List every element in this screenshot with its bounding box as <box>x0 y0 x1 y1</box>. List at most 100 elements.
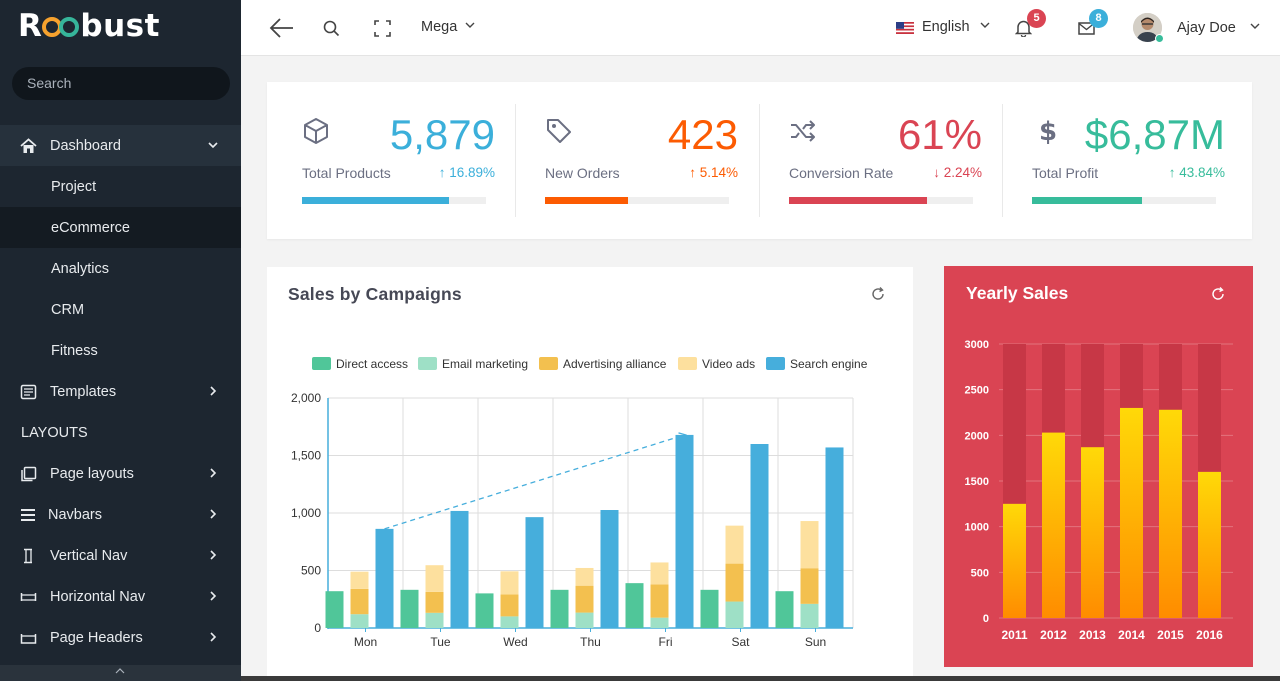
legend-label: Email marketing <box>442 357 528 371</box>
bar-advertising-alliance <box>500 594 519 617</box>
sidebar-item-crm[interactable]: CRM <box>0 289 241 330</box>
sidebar-category-label: LAYOUTS <box>21 424 88 441</box>
sidebar-item-page-headers[interactable]: Page Headers <box>0 617 241 658</box>
x-tick-label: 2016 <box>1196 628 1223 642</box>
bar-direct-access <box>625 583 644 628</box>
sidebar-item-label: Page Headers <box>50 629 143 646</box>
legend-label: Search engine <box>790 357 868 371</box>
home-icon <box>20 138 37 153</box>
x-tick-label: Thu <box>580 635 601 649</box>
stat-change: ↑ 43.84% <box>1169 165 1225 180</box>
stat-progress-fill <box>545 197 628 204</box>
chevron-down-icon <box>980 22 990 28</box>
bar-advertising-alliance <box>425 591 444 613</box>
sidebar-item-horizontal-nav[interactable]: Horizontal Nav <box>0 576 241 617</box>
shuffle-icon <box>791 120 815 142</box>
vertical-nav-icon <box>24 548 32 564</box>
sidebar-item-ecommerce[interactable]: eCommerce <box>0 207 241 248</box>
stat-conversion-rate: 61% Conversion Rate ↓ 2.24% <box>754 82 997 239</box>
copy-icon <box>21 466 37 482</box>
bar-advertising-alliance <box>650 584 669 618</box>
chevron-up-icon <box>115 668 125 674</box>
mega-menu-label: Mega <box>421 19 458 35</box>
sidebar-item-label: Analytics <box>51 260 110 277</box>
us-flag-icon <box>896 22 914 34</box>
bar-search-engine <box>750 444 769 628</box>
x-tick-label: Wed <box>503 635 527 649</box>
stat-new-orders: 423 New Orders ↑ 5.14% <box>510 82 753 239</box>
window-bottom-edge <box>241 676 1280 681</box>
language-label: English <box>922 19 970 35</box>
horizontal-nav-icon <box>20 593 37 601</box>
sidebar-item-label: Templates <box>50 383 117 400</box>
y-tick-label: 500 <box>971 567 989 579</box>
arrow-left-icon[interactable] <box>269 16 295 40</box>
y-tick-label: 0 <box>314 621 321 635</box>
sidebar-item-label: Page layouts <box>50 465 134 482</box>
logo-prefix: R <box>18 8 43 44</box>
stat-label: Total Products <box>302 165 391 181</box>
sidebar: Rbust Search Dashboard Project eCommerce… <box>0 0 241 681</box>
dollar-icon: $ <box>1039 117 1057 145</box>
sidebar-item-navbars[interactable]: Navbars <box>0 494 241 535</box>
brand-logo[interactable]: Rbust <box>18 8 160 48</box>
sidebar-item-templates[interactable]: Templates <box>0 371 241 412</box>
stat-value: 423 <box>667 111 738 158</box>
campaigns-chart: Direct access Email marketing Advertising … <box>291 357 868 649</box>
trend-line <box>384 434 685 530</box>
stat-change-value: 2.24% <box>943 165 982 180</box>
stat-change-value: 43.84% <box>1179 165 1225 180</box>
menu-icon <box>21 509 35 521</box>
bar-email-marketing <box>575 612 594 628</box>
stat-total-profit: $ $6,87M Total Profit ↑ 43.84% <box>997 82 1240 239</box>
templates-icon <box>20 384 37 400</box>
y-tick-label: 1000 <box>965 522 989 534</box>
y-tick-label: 0 <box>983 613 989 625</box>
stat-progress-bar <box>302 197 486 204</box>
chevron-right-icon <box>210 550 217 560</box>
y-tick-label: 500 <box>301 564 321 578</box>
x-tick-label: 2013 <box>1079 628 1106 642</box>
bar-email-marketing <box>650 617 669 628</box>
fullscreen-icon[interactable] <box>374 20 391 37</box>
bar-direct-access <box>550 589 569 628</box>
arrow-up-icon: ↑ <box>689 165 700 180</box>
x-tick-label: Mon <box>354 635 377 649</box>
chevron-right-icon <box>210 591 217 601</box>
sidebar-search-input[interactable]: Search <box>12 67 230 100</box>
bar-search-engine <box>600 510 619 628</box>
sidebar-item-analytics[interactable]: Analytics <box>0 248 241 289</box>
refresh-icon[interactable] <box>1211 287 1225 301</box>
x-tick-label: 2011 <box>1001 628 1027 642</box>
messages-badge: 8 <box>1089 9 1108 28</box>
bar-search-engine <box>375 528 394 628</box>
user-menu[interactable]: Ajay Doe <box>1177 20 1260 36</box>
cube-icon <box>304 118 328 144</box>
y-tick-label: 1,000 <box>291 506 321 520</box>
arrow-up-icon: ↑ <box>438 165 450 180</box>
sidebar-item-label: eCommerce <box>51 219 130 236</box>
stat-label: Conversion Rate <box>789 165 894 181</box>
sidebar-item-vertical-nav[interactable]: Vertical Nav <box>0 535 241 576</box>
stat-progress-fill <box>302 197 450 204</box>
stat-change: ↑ 5.14% <box>689 165 738 180</box>
bar-video-ads <box>800 521 819 569</box>
sidebar-item-dashboard[interactable]: Dashboard <box>0 125 241 166</box>
sidebar-item-project[interactable]: Project <box>0 166 241 207</box>
refresh-icon[interactable] <box>871 287 885 301</box>
search-icon[interactable] <box>323 20 340 37</box>
bar-sales <box>1081 447 1104 618</box>
sidebar-item-fitness[interactable]: Fitness <box>0 330 241 371</box>
bar-sales <box>1198 471 1221 618</box>
bar-direct-access <box>700 589 719 628</box>
y-tick-label: 2000 <box>965 430 989 442</box>
sidebar-item-label: Project <box>51 178 97 195</box>
sidebar-scroll-up[interactable] <box>0 665 241 681</box>
mega-menu-toggle[interactable]: Mega <box>421 19 475 35</box>
bar-advertising-alliance <box>350 588 369 615</box>
page-headers-icon <box>20 634 37 644</box>
legend-label: Video ads <box>702 357 755 371</box>
language-selector[interactable]: English <box>922 19 990 35</box>
sidebar-item-page-layouts[interactable]: Page layouts <box>0 453 241 494</box>
x-tick-label: Tue <box>430 635 451 649</box>
